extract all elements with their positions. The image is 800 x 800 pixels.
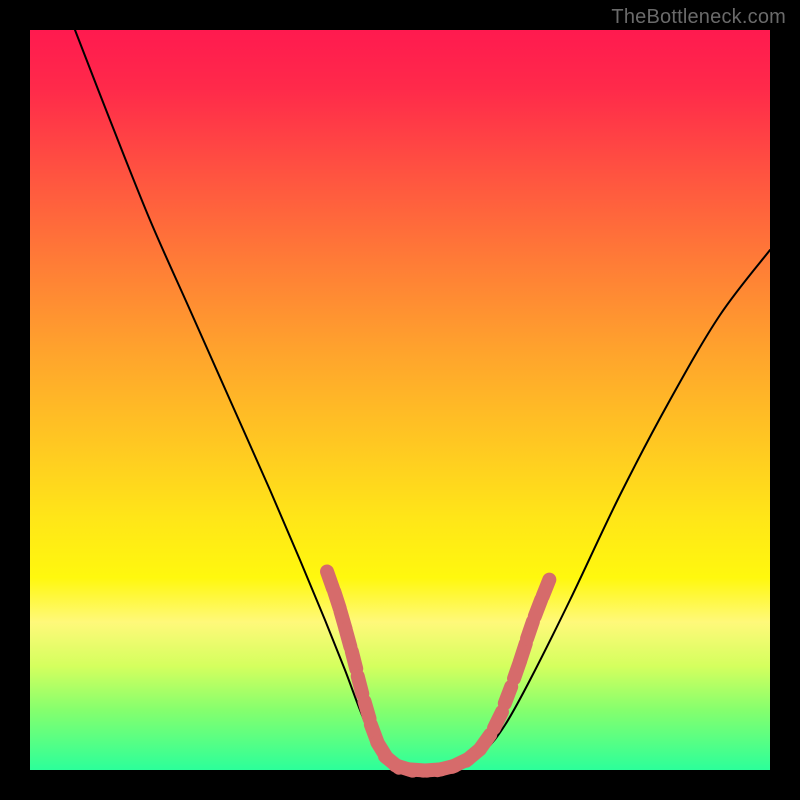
bottleneck-curve <box>75 30 770 771</box>
watermark-text: TheBottleneck.com <box>611 6 786 29</box>
bead <box>480 735 490 750</box>
bead <box>346 629 351 646</box>
bead <box>364 701 369 718</box>
bead <box>527 621 533 638</box>
bead <box>494 712 502 728</box>
bead <box>358 676 363 693</box>
bead <box>520 643 526 660</box>
bead <box>505 687 511 704</box>
bead-cluster <box>327 572 549 771</box>
curve-overlay <box>30 30 770 770</box>
bead <box>352 651 356 668</box>
bead <box>543 580 550 597</box>
